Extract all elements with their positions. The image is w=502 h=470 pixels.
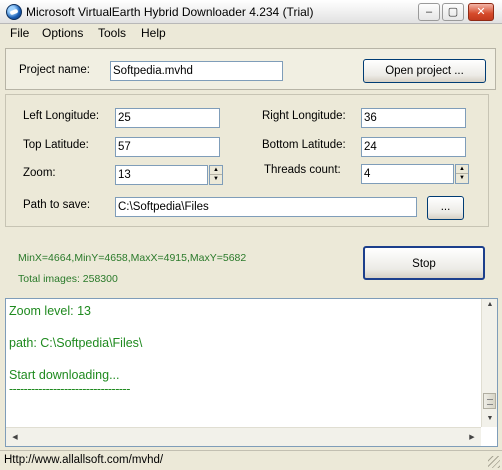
right-longitude-label: Right Longitude: [262,110,346,122]
bottom-latitude-input[interactable]: 24 [361,137,466,157]
path-to-save-label: Path to save: [23,199,91,211]
vertical-scrollbar[interactable]: ▲ ▼ [481,299,497,427]
scroll-down-icon[interactable]: ▼ [483,415,497,422]
threads-spinner[interactable]: ▲ ▼ [455,164,469,184]
log-line: Zoom level: 13 [9,304,91,318]
globe-icon[interactable] [6,4,22,20]
maximize-button[interactable]: ▢ [442,3,464,21]
bottom-latitude-label: Bottom Latitude: [262,139,346,151]
spin-up-icon[interactable]: ▲ [456,165,468,174]
zoom-label: Zoom: [23,167,56,179]
log-line: --------------------------------- [9,382,130,396]
spin-down-icon[interactable]: ▼ [210,175,222,184]
resize-grip-icon[interactable] [488,456,500,468]
scroll-left-icon[interactable]: ◀ [8,433,22,441]
left-longitude-label: Left Longitude: [23,110,100,122]
log-line: Start downloading... [9,368,120,382]
threads-count-input[interactable]: 4 [361,164,454,184]
menu-tools[interactable]: Tools [96,26,128,40]
menu-file[interactable]: File [8,26,31,40]
spin-up-icon[interactable]: ▲ [210,166,222,175]
project-name-label: Project name: [19,64,90,76]
menu-help[interactable]: Help [139,26,168,40]
menu-bar: File Options Tools Help [0,24,502,44]
close-button[interactable]: ✕ [468,3,494,21]
path-to-save-input[interactable]: C:\Softpedia\Files [115,197,417,217]
right-longitude-input[interactable]: 36 [361,108,466,128]
title-bar[interactable]: Microsoft VirtualEarth Hybrid Downloader… [0,0,502,24]
left-longitude-input[interactable]: 25 [115,108,220,128]
minimize-button[interactable]: – [418,3,440,21]
open-project-button[interactable]: Open project ... [363,59,486,83]
scroll-up-icon[interactable]: ▲ [483,301,497,308]
menu-options[interactable]: Options [40,26,85,40]
status-bar: Http://www.allallsoft.com/mvhd/ [0,450,502,470]
scroll-right-icon[interactable]: ▶ [465,433,479,441]
zoom-spinner[interactable]: ▲ ▼ [209,165,223,185]
spin-down-icon[interactable]: ▼ [456,174,468,183]
browse-button[interactable]: ... [427,196,464,220]
top-latitude-input[interactable]: 57 [115,137,220,157]
horizontal-scrollbar[interactable]: ◀ ▶ [6,427,481,446]
top-latitude-label: Top Latitude: [23,139,89,151]
scrollbar-thumb[interactable] [483,393,496,409]
log-line: path: C:\Softpedia\Files\ [9,336,143,350]
bounds-info: MinX=4664,MinY=4658,MaxX=4915,MaxY=5682 [18,252,247,264]
threads-count-label: Threads count: [264,164,341,176]
project-name-input[interactable]: Softpedia.mvhd [110,61,283,81]
zoom-input[interactable]: 13 [115,165,208,185]
window-title: Microsoft VirtualEarth Hybrid Downloader… [26,5,314,19]
log-output[interactable]: Zoom level: 13 path: C:\Softpedia\Files\… [5,298,498,447]
status-url: Http://www.allallsoft.com/mvhd/ [4,454,164,466]
total-images-info: Total images: 258300 [18,273,118,285]
stop-button[interactable]: Stop [363,246,485,280]
